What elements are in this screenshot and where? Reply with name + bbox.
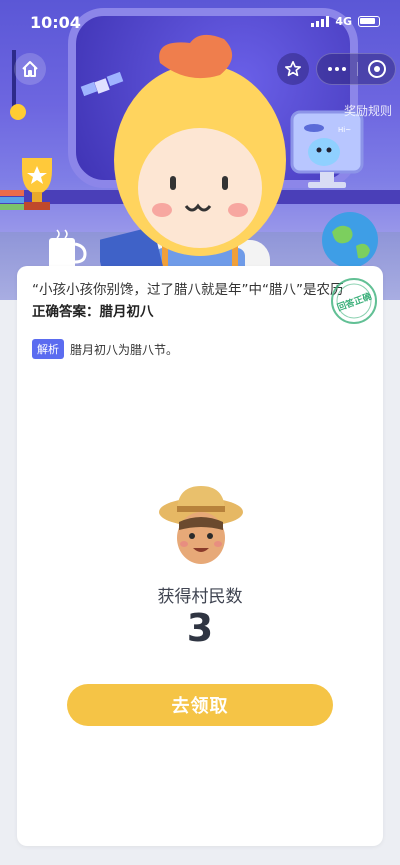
home-icon <box>22 61 38 77</box>
villager-count: 3 <box>186 606 214 650</box>
analysis-text: 腊月初八为腊八节。 <box>70 342 179 357</box>
reward-rules-link[interactable]: 奖励规则 <box>344 102 392 119</box>
claim-button[interactable]: 去领取 <box>67 684 333 726</box>
svg-text:Hi~: Hi~ <box>338 126 351 134</box>
correct-stamp-icon: 回答正确 <box>331 278 377 324</box>
villager-label: 获得村民数 <box>157 587 243 607</box>
analysis-tag: 解析 <box>32 339 64 359</box>
analysis-row: 解析 腊月初八为腊八节。 <box>32 339 178 359</box>
answer-value: 腊月初八 <box>99 304 154 320</box>
status-bar: 10:04 4G <box>0 0 400 44</box>
close-circle-icon <box>368 60 386 78</box>
hero-banner: Hi~ 10:04 4G 奖励规则 <box>0 0 400 300</box>
star-icon <box>284 60 302 77</box>
status-time: 10:04 <box>30 13 81 32</box>
alien-screen-icon: Hi~ <box>290 110 364 188</box>
more-dots-icon[interactable] <box>317 54 357 84</box>
battery-icon <box>358 16 380 27</box>
answer-card: “小孩小孩你别馋，过了腊八就是年”中“腊八”是农历 正确答案：腊月初八 解析 腊… <box>17 266 383 846</box>
answer-label: 正确答案： <box>32 304 100 320</box>
globe-icon <box>322 212 378 268</box>
status-indicators: 4G <box>311 15 380 28</box>
network-type: 4G <box>335 15 352 28</box>
capsule-divider <box>357 62 358 76</box>
question-text: “小孩小孩你别馋，过了腊八就是年”中“腊八”是农历 <box>32 282 344 298</box>
villager-avatar <box>159 486 243 564</box>
signal-icon <box>311 16 330 27</box>
favorite-button[interactable] <box>277 53 309 85</box>
close-button[interactable] <box>359 54 395 84</box>
correct-answer: 正确答案：腊月初八 <box>32 300 154 320</box>
mascot-character <box>100 34 286 300</box>
menu-capsule <box>316 53 396 85</box>
stamp-text: 回答正确 <box>335 290 373 314</box>
home-button[interactable] <box>14 53 46 85</box>
